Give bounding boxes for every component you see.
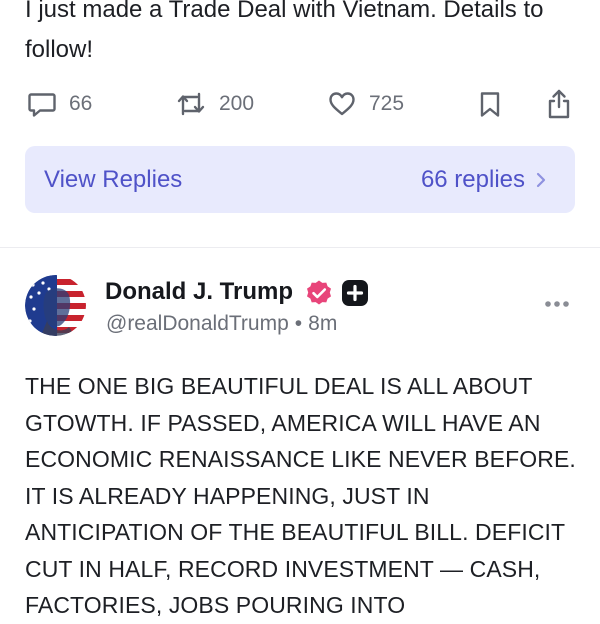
retruth-count: 200 bbox=[219, 92, 255, 115]
reply-button[interactable]: 66 bbox=[27, 86, 92, 122]
retruth-icon bbox=[175, 89, 207, 119]
retruth-button[interactable]: 200 bbox=[175, 86, 254, 122]
author-meta: @realDonaldTrump • 8m bbox=[106, 312, 337, 336]
bookmark-button[interactable] bbox=[477, 86, 503, 122]
meta-separator: • bbox=[294, 312, 303, 335]
view-replies-button[interactable]: View Replies 66 replies bbox=[25, 146, 575, 213]
like-button[interactable]: 725 bbox=[327, 86, 404, 122]
post-body-text: THE ONE BIG BEAUTIFUL DEAL IS ALL ABOUT … bbox=[25, 373, 576, 618]
view-replies-label: View Replies bbox=[44, 165, 183, 193]
like-count: 725 bbox=[369, 92, 405, 115]
share-button[interactable] bbox=[545, 86, 573, 122]
author-name[interactable]: Donald J. Trump bbox=[105, 278, 293, 306]
plus-badge-icon bbox=[341, 279, 369, 312]
post-timestamp: 8m bbox=[308, 312, 338, 335]
post-divider bbox=[0, 247, 600, 248]
replies-count-text: 66 replies bbox=[420, 165, 525, 193]
heart-icon bbox=[327, 89, 357, 119]
previous-post-text: I just made a Trade Deal with Vietnam. D… bbox=[25, 0, 544, 63]
bookmark-icon bbox=[477, 89, 503, 119]
more-options-icon[interactable] bbox=[543, 296, 573, 317]
chevron-right-icon bbox=[535, 170, 547, 190]
reply-count: 66 bbox=[69, 92, 93, 115]
share-icon bbox=[545, 88, 573, 120]
replies-count-link: 66 replies bbox=[421, 166, 547, 194]
author-handle[interactable]: @realDonaldTrump bbox=[106, 312, 289, 335]
verified-badge-icon bbox=[305, 279, 333, 312]
avatar[interactable] bbox=[25, 275, 86, 336]
speech-bubble-icon bbox=[27, 89, 57, 119]
post-action-bar: 66 200 725 bbox=[25, 86, 575, 122]
